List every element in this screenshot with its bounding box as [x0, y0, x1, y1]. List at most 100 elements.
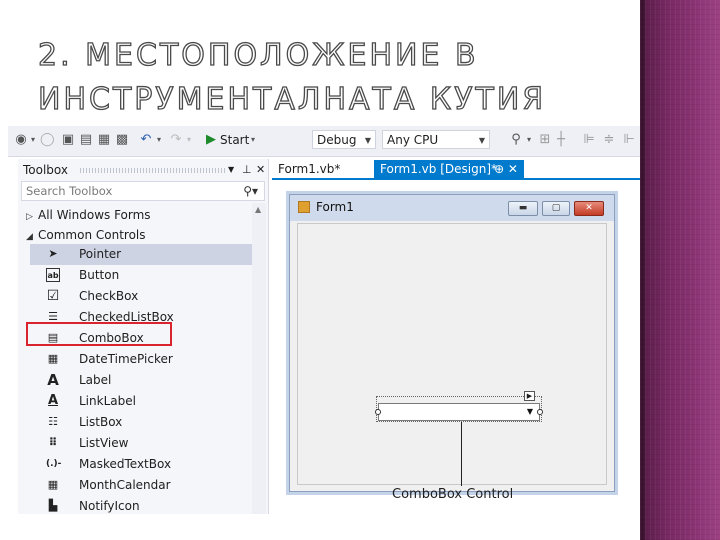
- close-icon[interactable]: ✕: [256, 159, 265, 181]
- maximize-button[interactable]: ▢: [542, 201, 570, 216]
- slide-title: 2. МЕСТОПОЛОЖЕНИЕ В ИНСТРУМЕНТАЛНАТА КУТ…: [37, 37, 547, 117]
- listview-icon: ⠿: [48, 436, 58, 449]
- button-icon: ab: [46, 268, 60, 282]
- back-dropdown-icon[interactable]: ▾: [28, 132, 38, 148]
- toolbox-item-label[interactable]: A Label: [30, 370, 258, 391]
- chevron-down-icon: ▼: [478, 136, 485, 145]
- forward-icon[interactable]: ◯: [40, 132, 55, 148]
- toolbox-item-label: Label: [79, 373, 112, 387]
- checkbox-icon: ☑: [46, 288, 60, 304]
- toolbox-item-maskedtextbox[interactable]: (.)- MaskedTextBox: [30, 454, 258, 475]
- form-client-area: [297, 223, 607, 485]
- datetimepicker-icon: ▦: [47, 352, 59, 365]
- align-right-icon[interactable]: ⊩: [622, 132, 636, 148]
- minimize-button[interactable]: ▬: [508, 201, 538, 216]
- toolbox-item-linklabel[interactable]: A LinkLabel: [30, 391, 258, 412]
- toolbox-item-label: Button: [79, 268, 120, 282]
- smart-tag-icon[interactable]: ▶: [524, 391, 535, 401]
- toolbox-item-label: Pointer: [79, 247, 122, 261]
- redo-icon[interactable]: ↷: [168, 132, 184, 148]
- combobox-highlight-box: [26, 322, 172, 346]
- close-button[interactable]: ✕: [574, 201, 604, 216]
- group-label: All Windows Forms: [38, 208, 151, 222]
- group-common-controls[interactable]: ◢ Common Controls: [18, 225, 146, 245]
- back-icon[interactable]: ◉: [14, 132, 28, 148]
- toolbox-item-label: MonthCalendar: [79, 478, 171, 492]
- form-icon: [298, 201, 310, 213]
- toolbox-search-input[interactable]: Search Toolbox ⚲▾: [21, 181, 265, 201]
- align-left-icon[interactable]: ⊫: [582, 132, 596, 148]
- window-position-icon[interactable]: ▼: [228, 159, 234, 181]
- toolbox-item-label: MaskedTextBox: [79, 457, 172, 471]
- combobox-control[interactable]: ▼: [378, 403, 540, 421]
- form-title-bar: Form1 ▬ ▢ ✕: [290, 195, 614, 221]
- search-icon[interactable]: ⚲▾: [243, 182, 258, 200]
- undo-dropdown-icon[interactable]: ▾: [154, 132, 164, 148]
- label-icon: A: [47, 371, 59, 389]
- align-center-icon[interactable]: ≑: [602, 132, 616, 148]
- chevron-down-icon[interactable]: ▼: [527, 407, 533, 416]
- configuration-value: Debug: [317, 133, 357, 147]
- start-dropdown-icon[interactable]: ▾: [248, 132, 258, 148]
- save-all-icon[interactable]: ▩: [114, 132, 130, 148]
- toolbox-item-datetimepicker[interactable]: ▦ DateTimePicker: [30, 349, 258, 370]
- pin-icon[interactable]: ⊥: [242, 159, 252, 181]
- toolbox-item-monthcalendar[interactable]: ▦ MonthCalendar: [30, 475, 258, 496]
- form-title: Form1: [316, 200, 354, 214]
- start-button[interactable]: Start: [220, 131, 249, 149]
- ide-screenshot: ◉ ▾ ◯ ▣ ▤ ▦ ▩ ↶ ▾ ↷ ▾ ▶ Start ▾ Debug ▼ …: [8, 126, 640, 514]
- open-file-icon[interactable]: ▤: [78, 132, 94, 148]
- decorative-side-band: [640, 0, 720, 540]
- tab-label: Form1.vb*: [278, 162, 341, 176]
- toolbox-item-label: LinkLabel: [79, 394, 136, 408]
- toolbox-item-label: CheckBox: [79, 289, 139, 303]
- platform-dropdown[interactable]: Any CPU ▼: [382, 130, 490, 149]
- platform-value: Any CPU: [387, 133, 439, 147]
- undo-icon[interactable]: ↶: [138, 132, 154, 148]
- notifyicon-icon: ▙: [48, 499, 58, 512]
- toolbox-item-label: ListView: [79, 436, 129, 450]
- toolbox-item-label: NotifyIcon: [79, 499, 140, 513]
- toolbox-item-button[interactable]: ab Button: [30, 265, 258, 286]
- chevron-down-icon: ▼: [364, 136, 371, 145]
- form-window[interactable]: Form1 ▬ ▢ ✕: [289, 194, 615, 492]
- resize-handle-right[interactable]: [537, 409, 543, 415]
- tab-form1-code[interactable]: Form1.vb*: [272, 160, 372, 178]
- toolbox-item-pointer[interactable]: ➤ Pointer: [30, 244, 258, 265]
- scroll-up-icon[interactable]: ▲: [255, 205, 261, 214]
- tab-form1-design[interactable]: Form1.vb [Design]* ⊕ ✕: [374, 160, 524, 178]
- toolbox-item-listview[interactable]: ⠿ ListView: [30, 433, 258, 454]
- toolbox-item-label: ListBox: [79, 415, 123, 429]
- configuration-dropdown[interactable]: Debug ▼: [312, 130, 376, 149]
- start-icon[interactable]: ▶: [204, 132, 218, 148]
- save-icon[interactable]: ▦: [96, 132, 112, 148]
- center-icon[interactable]: ┼: [554, 132, 568, 148]
- expand-arrow-icon: ▷: [26, 212, 33, 222]
- find-icon[interactable]: ⚲: [508, 132, 524, 148]
- group-label: Common Controls: [38, 228, 146, 242]
- drag-grip[interactable]: [80, 168, 226, 173]
- search-placeholder: Search Toolbox: [26, 184, 113, 198]
- ide-toolbar: ◉ ▾ ◯ ▣ ▤ ▦ ▩ ↶ ▾ ↷ ▾ ▶ Start ▾ Debug ▼ …: [8, 126, 640, 157]
- tab-label: Form1.vb [Design]*: [380, 162, 498, 176]
- toolbox-item-label: DateTimePicker: [79, 352, 173, 366]
- redo-dropdown-icon[interactable]: ▾: [184, 132, 194, 148]
- toolbox-item-checkbox[interactable]: ☑ CheckBox: [30, 286, 258, 307]
- toolbox-item-notifyicon[interactable]: ▙ NotifyIcon: [30, 496, 258, 514]
- close-icon[interactable]: ⊕ ✕: [494, 160, 518, 178]
- linklabel-icon: A: [47, 393, 59, 408]
- new-project-icon[interactable]: ▣: [60, 132, 76, 148]
- toolbox-title: Toolbox: [23, 163, 68, 177]
- resize-handle-left[interactable]: [375, 409, 381, 415]
- annotation-leader-line: [461, 422, 462, 486]
- toolbox-scrollbar[interactable]: ▲: [252, 203, 266, 514]
- monthcalendar-icon: ▦: [47, 478, 59, 491]
- toolbox-header: Toolbox ▼ ⊥ ✕: [18, 159, 268, 181]
- find-dropdown-icon[interactable]: ▾: [524, 132, 534, 148]
- group-all-windows-forms[interactable]: ▷ All Windows Forms: [18, 205, 151, 225]
- align-grid-icon[interactable]: ⊞: [538, 132, 552, 148]
- pointer-icon: ➤: [48, 247, 58, 260]
- listbox-icon: ☷: [48, 415, 58, 428]
- combobox-annotation: ComboBox Control: [392, 487, 514, 502]
- toolbox-item-listbox[interactable]: ☷ ListBox: [30, 412, 258, 433]
